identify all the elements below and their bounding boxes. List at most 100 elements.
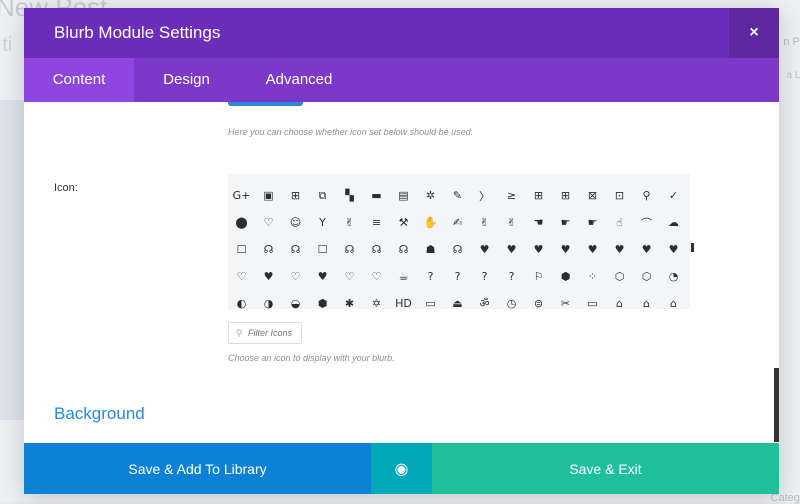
icon-option[interactable]: ॐ: [471, 290, 498, 309]
icon-option[interactable]: ♡: [255, 209, 282, 236]
icon-option[interactable]: ☗: [417, 236, 444, 263]
icon-option[interactable]: ⬢: [552, 263, 579, 290]
icon-option[interactable]: ⌂: [633, 290, 660, 309]
icon-option[interactable]: ?: [444, 263, 471, 290]
icon-option[interactable]: ◐: [228, 290, 255, 309]
icon-option[interactable]: ?: [498, 263, 525, 290]
icon-option[interactable]: ☊: [336, 236, 363, 263]
icon-option[interactable]: ✌: [336, 209, 363, 236]
icon-option[interactable]: ☊: [390, 236, 417, 263]
icon-option[interactable]: ☕: [390, 263, 417, 290]
close-icon: ×: [749, 24, 759, 41]
icon-option[interactable]: ♥: [498, 236, 525, 263]
icon-option[interactable]: ♥: [633, 236, 660, 263]
tab-advanced[interactable]: Advanced: [239, 58, 359, 102]
icon-option[interactable]: ≥: [498, 182, 525, 209]
icon-option[interactable]: ✂: [552, 290, 579, 309]
icon-option[interactable]: ⏏: [444, 290, 471, 309]
icon-option[interactable]: ♥: [309, 263, 336, 290]
icon-option[interactable]: ▚: [336, 182, 363, 209]
icon-option[interactable]: ⚐: [525, 263, 552, 290]
icon-option[interactable]: ✓: [660, 182, 687, 209]
icon-option[interactable]: ⊠: [579, 182, 606, 209]
icon-option[interactable]: ✌: [498, 209, 525, 236]
use-icon-toggle[interactable]: [228, 102, 303, 106]
filter-icons-field[interactable]: ⚲: [228, 322, 302, 344]
icon-option[interactable]: ☊: [363, 236, 390, 263]
icon-option[interactable]: ✌: [471, 209, 498, 236]
icon-option[interactable]: ✱: [336, 290, 363, 309]
icon-option[interactable]: ☛: [552, 209, 579, 236]
icon-option[interactable]: ⊞: [552, 182, 579, 209]
icon-option[interactable]: HD: [390, 290, 417, 309]
icon-option[interactable]: ⁘: [579, 263, 606, 290]
icon-option[interactable]: ▭: [579, 290, 606, 309]
icon-option[interactable]: ♡: [228, 263, 255, 290]
icon-option[interactable]: ⌂: [660, 290, 687, 309]
icon-option[interactable]: ♥: [471, 236, 498, 263]
icon-option[interactable]: ⧉: [309, 182, 336, 209]
icon-option[interactable]: ☐: [309, 236, 336, 263]
icon-option[interactable]: ♡: [336, 263, 363, 290]
icon-option[interactable]: ⊜: [525, 290, 552, 309]
icon-option[interactable]: ♡: [363, 263, 390, 290]
settings-scrollbar[interactable]: [774, 368, 779, 442]
icon-option[interactable]: ⚲: [633, 182, 660, 209]
icon-option[interactable]: ✲: [417, 182, 444, 209]
icon-option[interactable]: G+: [228, 182, 255, 209]
preview-button[interactable]: ◉: [371, 443, 432, 494]
icon-option[interactable]: ♥: [525, 236, 552, 263]
icon-option[interactable]: ▣: [255, 182, 282, 209]
close-button[interactable]: ×: [729, 8, 779, 58]
icon-option[interactable]: ⊞: [525, 182, 552, 209]
icon-option[interactable]: ♡: [282, 263, 309, 290]
icon-option[interactable]: ⊡: [606, 182, 633, 209]
icon-option[interactable]: ☊: [282, 236, 309, 263]
icon-option[interactable]: ⬤: [228, 209, 255, 236]
icon-option[interactable]: ?: [417, 263, 444, 290]
save-and-exit-button[interactable]: Save & Exit: [432, 443, 779, 494]
tab-content[interactable]: Content: [24, 58, 134, 102]
icon-picker-grid[interactable]: G+ ▣ ⊞ ⧉ ▚ ▬ ▤ ✲ ✎ 〉 ≥ ⊞ ⊞ ⊠ ⊡ ⚲ ✓ ⬤ ♡ ☺ Y ✌ ≡ ⚒ ✋ ✍ ✌ ✌ ☚ ☛ ☛ ☝ ⌒ ☁ ☐ ☊ ☊ ☐ ☊…: [228, 174, 690, 309]
filter-icons-input[interactable]: [246, 328, 300, 338]
icon-option[interactable]: ♥: [255, 263, 282, 290]
icon-option[interactable]: ◒: [282, 290, 309, 309]
icon-option[interactable]: ✍: [444, 209, 471, 236]
icon-option[interactable]: ⬡: [633, 263, 660, 290]
icon-option[interactable]: ☊: [444, 236, 471, 263]
icon-grid-scrollbar[interactable]: [691, 243, 694, 252]
icon-option[interactable]: ⚒: [390, 209, 417, 236]
icon-option[interactable]: ✎: [444, 182, 471, 209]
icon-option[interactable]: ◔: [660, 263, 687, 290]
icon-option[interactable]: ☝: [606, 209, 633, 236]
save-add-to-library-button[interactable]: Save & Add To Library: [24, 443, 371, 494]
background-section-toggle[interactable]: Background: [54, 404, 145, 424]
icon-option[interactable]: ⬡: [606, 263, 633, 290]
icon-option[interactable]: ☛: [579, 209, 606, 236]
icon-option[interactable]: ⬢: [309, 290, 336, 309]
icon-option[interactable]: ♥: [606, 236, 633, 263]
icon-option[interactable]: ◷: [498, 290, 525, 309]
icon-option[interactable]: ▭: [417, 290, 444, 309]
icon-option[interactable]: ♥: [552, 236, 579, 263]
icon-option[interactable]: ☐: [228, 236, 255, 263]
icon-option[interactable]: ☊: [255, 236, 282, 263]
icon-option[interactable]: ♥: [660, 236, 687, 263]
icon-option[interactable]: ✡: [363, 290, 390, 309]
icon-option[interactable]: ☁: [660, 209, 687, 236]
icon-option[interactable]: ⌂: [606, 290, 633, 309]
icon-option[interactable]: ?: [471, 263, 498, 290]
icon-option[interactable]: ♥: [579, 236, 606, 263]
icon-option[interactable]: ⌒: [633, 209, 660, 236]
icon-option[interactable]: ◑: [255, 290, 282, 309]
icon-option[interactable]: ☺: [282, 209, 309, 236]
icon-option[interactable]: ⊞: [282, 182, 309, 209]
tab-design[interactable]: Design: [134, 58, 239, 102]
icon-option[interactable]: 〉: [471, 182, 498, 209]
icon-option[interactable]: Y: [309, 209, 336, 236]
icon-option[interactable]: ≡: [363, 209, 390, 236]
icon-option[interactable]: ✋: [417, 209, 444, 236]
icon-option[interactable]: ▤: [390, 182, 417, 209]
icon-option[interactable]: ▬: [363, 182, 390, 209]
icon-option[interactable]: ☚: [525, 209, 552, 236]
